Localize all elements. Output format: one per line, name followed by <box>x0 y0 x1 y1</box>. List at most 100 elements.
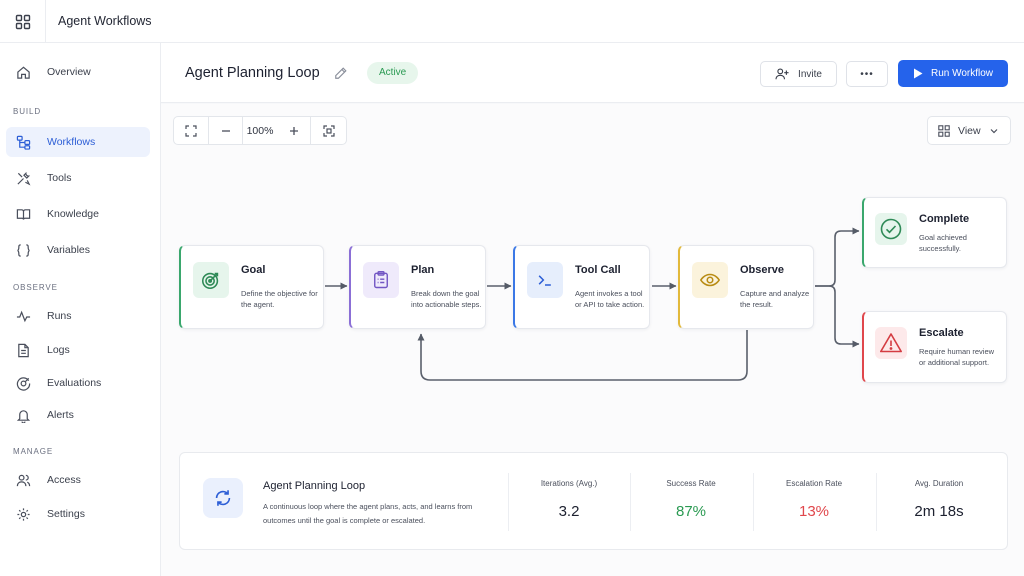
home-icon <box>14 63 32 81</box>
metric-value: 13% <box>798 503 830 520</box>
section-label-build: BUILD <box>13 107 42 116</box>
node-description: Break down the goal into actionable step… <box>411 289 482 309</box>
metric-iterations: Iterations (Avg.) 3.2 <box>507 453 631 551</box>
outcome-complete[interactable]: Complete Goal achieved successfully. <box>862 197 1007 268</box>
view-dropdown[interactable]: View <box>927 116 1011 145</box>
document-icon <box>14 341 32 359</box>
run-workflow-label: Run Workflow <box>930 68 994 79</box>
clipboard-icon <box>363 262 399 298</box>
zoom-value: 100% <box>246 124 274 137</box>
sidebar: Overview BUILD Workflows Tools Knowledge… <box>0 43 161 576</box>
top-bar: Agent Workflows <box>0 0 1024 43</box>
workflow-header: Agent Planning Loop Active Invite ••• Ru… <box>161 43 1024 103</box>
node-observe[interactable]: Observe Capture and analyze the result. <box>678 245 814 329</box>
workflow-canvas[interactable]: 100% View Goal Define the objective for … <box>161 104 1024 576</box>
zoom-toolbar: 100% <box>173 116 347 145</box>
braces-icon <box>14 241 32 259</box>
node-plan[interactable]: Plan Break down the goal into actionable… <box>349 245 486 329</box>
sidebar-item-label: Workflows <box>47 136 96 148</box>
sidebar-item-label: Tools <box>47 172 72 184</box>
metric-success-rate: Success Rate 87% <box>629 453 753 551</box>
more-icon: ••• <box>860 68 874 80</box>
page-title: Agent Planning Loop <box>185 65 320 81</box>
plus-icon <box>289 126 298 135</box>
sidebar-item-alerts[interactable]: Alerts <box>6 400 150 430</box>
summary-description: A continuous loop where the agent plans,… <box>263 502 473 525</box>
node-title: Goal <box>241 264 266 276</box>
sidebar-item-label: Runs <box>47 310 72 322</box>
node-tool-call[interactable]: Tool Call Agent invokes a tool or API to… <box>513 245 650 329</box>
outcome-description: Require human review or additional suppo… <box>919 347 995 367</box>
gauge-icon <box>14 374 32 392</box>
invite-label: Invite <box>798 68 822 80</box>
outcome-description: Goal achieved successfully. <box>919 233 967 253</box>
connector-observe-complete <box>815 227 860 287</box>
metric-label: Escalation Rate <box>785 479 843 488</box>
more-options-button[interactable]: ••• <box>846 61 888 87</box>
sidebar-item-logs[interactable]: Logs <box>6 335 150 365</box>
outcome-escalate[interactable]: Escalate Require human review or additio… <box>862 311 1007 383</box>
sidebar-item-workflows[interactable]: Workflows <box>6 127 150 157</box>
pencil-icon[interactable] <box>334 66 348 80</box>
node-title: Observe <box>740 264 785 276</box>
sidebar-item-label: Access <box>47 474 81 486</box>
users-icon <box>14 471 32 489</box>
summary-title: Agent Planning Loop <box>263 480 366 492</box>
app-title: Agent Workflows <box>58 14 152 28</box>
fit-view-button[interactable] <box>174 117 209 144</box>
section-label-manage: MANAGE <box>13 447 54 456</box>
node-goal[interactable]: Goal Define the objective for the agent. <box>179 245 324 329</box>
tools-icon <box>14 169 32 187</box>
sidebar-item-evaluations[interactable]: Evaluations <box>6 368 150 398</box>
grid-icon <box>938 124 950 137</box>
check-circle-icon <box>875 213 907 245</box>
bell-icon <box>14 406 32 424</box>
sidebar-item-label: Alerts <box>47 409 74 421</box>
minus-icon <box>221 129 230 132</box>
sidebar-item-label: Logs <box>47 344 70 356</box>
sidebar-item-knowledge[interactable]: Knowledge <box>6 199 150 229</box>
metric-avg-duration: Avg. Duration 2m 18s <box>877 453 1001 551</box>
sidebar-item-label: Variables <box>47 244 90 256</box>
fullscreen-icon <box>322 124 335 137</box>
terminal-icon <box>527 262 563 298</box>
sidebar-item-runs[interactable]: Runs <box>6 301 150 331</box>
fullscreen-button[interactable] <box>311 117 346 144</box>
invite-button[interactable]: Invite <box>760 61 837 87</box>
sidebar-item-label: Knowledge <box>47 208 99 220</box>
sidebar-item-label: Overview <box>47 66 91 78</box>
metric-value: 2m 18s <box>914 503 964 520</box>
metric-escalation-rate: Escalation Rate 13% <box>752 453 876 551</box>
zoom-in-button[interactable] <box>277 117 311 144</box>
metric-label: Avg. Duration <box>914 479 964 488</box>
outcome-title: Escalate <box>919 327 964 339</box>
workflow-summary-card: Agent Planning Loop A continuous loop wh… <box>179 452 1008 550</box>
section-label-observe: OBSERVE <box>13 283 58 292</box>
sidebar-item-overview[interactable]: Overview <box>6 57 150 87</box>
run-workflow-button[interactable]: Run Workflow <box>898 60 1008 87</box>
app-launcher-icon[interactable] <box>0 0 46 43</box>
metric-value: 3.2 <box>558 503 580 520</box>
activity-icon <box>14 307 32 325</box>
view-label: View <box>958 124 981 137</box>
sidebar-item-tools[interactable]: Tools <box>6 163 150 193</box>
sidebar-item-label: Settings <box>47 508 85 520</box>
fit-icon <box>185 124 197 137</box>
workflow-icon <box>14 133 32 151</box>
node-description: Define the objective for the agent. <box>241 289 318 309</box>
chevron-down-icon <box>990 128 998 133</box>
refresh-loop-icon <box>203 478 243 518</box>
node-description: Capture and analyze the result. <box>740 289 810 309</box>
sidebar-item-settings[interactable]: Settings <box>6 499 150 529</box>
connector-observe-escalate <box>815 285 860 348</box>
sidebar-item-variables[interactable]: Variables <box>6 235 150 265</box>
status-badge: Active <box>367 62 419 84</box>
node-title: Plan <box>411 264 435 276</box>
loop-back-connector <box>417 330 748 381</box>
play-icon <box>913 68 923 79</box>
zoom-out-button[interactable] <box>209 117 243 144</box>
book-icon <box>14 205 32 223</box>
warning-icon <box>875 327 907 359</box>
outcome-title: Complete <box>919 213 970 225</box>
sidebar-item-access[interactable]: Access <box>6 465 150 495</box>
